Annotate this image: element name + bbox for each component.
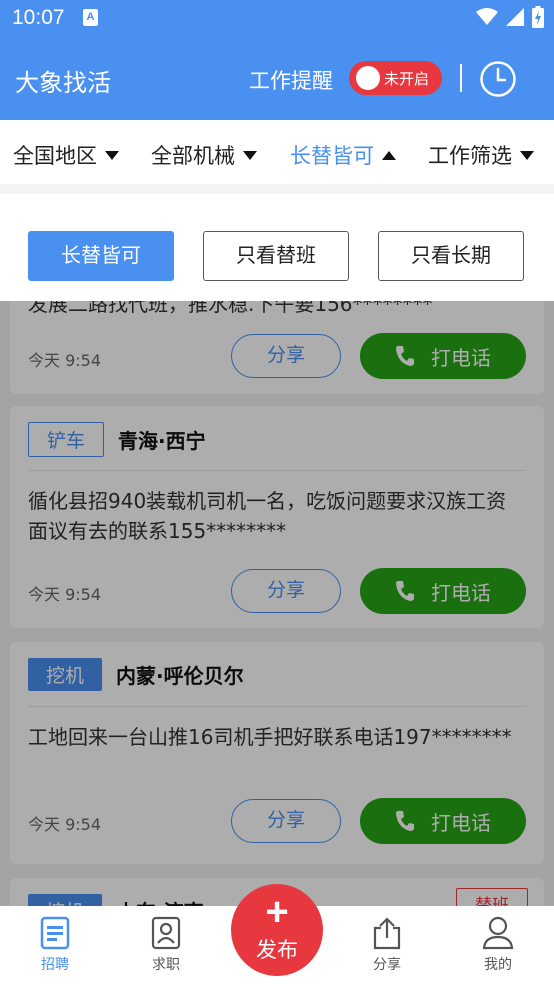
nav-recruit-label: 招聘 (41, 957, 69, 973)
filter-bar: 全国地区 全部机械 长替皆可 工作筛选 (0, 120, 554, 184)
nav-profile-label: 我的 (484, 957, 512, 973)
dropdown-arrow-up-icon (382, 150, 396, 160)
share-icon (373, 917, 401, 950)
dropdown-arrow-icon (520, 150, 534, 160)
filter-machinery-label: 全部机械 (151, 144, 235, 168)
dropdown-arrow-icon (105, 150, 119, 160)
nav-share[interactable]: 分享 (347, 916, 427, 974)
recruit-icon (40, 916, 70, 950)
job-type-dropdown: 长替皆可 只看替班 只看长期 (0, 184, 554, 301)
filter-work[interactable]: 工作筛选 (428, 140, 534, 170)
option-long-term-only[interactable]: 只看长期 (378, 231, 524, 281)
filter-region-label: 全国地区 (13, 144, 97, 168)
dim-overlay[interactable] (0, 300, 554, 984)
app-title: 大象找活 (15, 69, 111, 97)
option-substitute-only[interactable]: 只看替班 (203, 231, 349, 281)
filter-job-type-label: 长替皆可 (290, 144, 374, 168)
option-all-types[interactable]: 长替皆可 (28, 231, 174, 281)
nav-share-label: 分享 (373, 957, 401, 973)
filter-job-type[interactable]: 长替皆可 (290, 140, 396, 170)
status-icons (476, 6, 544, 28)
signal-icon (506, 8, 524, 26)
filter-machinery[interactable]: 全部机械 (151, 140, 257, 170)
filter-region[interactable]: 全国地区 (13, 140, 119, 170)
work-reminder-label: 工作提醒 (249, 69, 333, 93)
notification-a-icon: A (83, 9, 98, 26)
work-reminder-toggle[interactable]: 未开启 (349, 61, 442, 95)
filter-work-label: 工作筛选 (428, 144, 512, 168)
clock-icon[interactable] (479, 60, 517, 98)
publish-button[interactable]: + 发布 (231, 884, 323, 976)
app-header: 10:07 A 大象找活 工作提醒 未开启 (0, 0, 554, 120)
user-icon (482, 916, 514, 950)
nav-job-seek-label: 求职 (152, 957, 180, 973)
dropdown-arrow-icon (243, 150, 257, 160)
nav-recruit[interactable]: 招聘 (15, 916, 95, 974)
nav-profile[interactable]: 我的 (458, 916, 538, 974)
battery-icon (532, 6, 544, 28)
header-divider (460, 64, 462, 92)
toggle-knob (356, 66, 380, 90)
nav-job-seek[interactable]: 求职 (126, 916, 206, 974)
status-time: 10:07 (12, 6, 65, 29)
wifi-icon (476, 8, 498, 25)
toggle-status-text: 未开启 (384, 70, 430, 88)
plus-icon: + (265, 890, 289, 934)
resume-icon (151, 916, 181, 950)
publish-label: 发布 (256, 938, 298, 962)
